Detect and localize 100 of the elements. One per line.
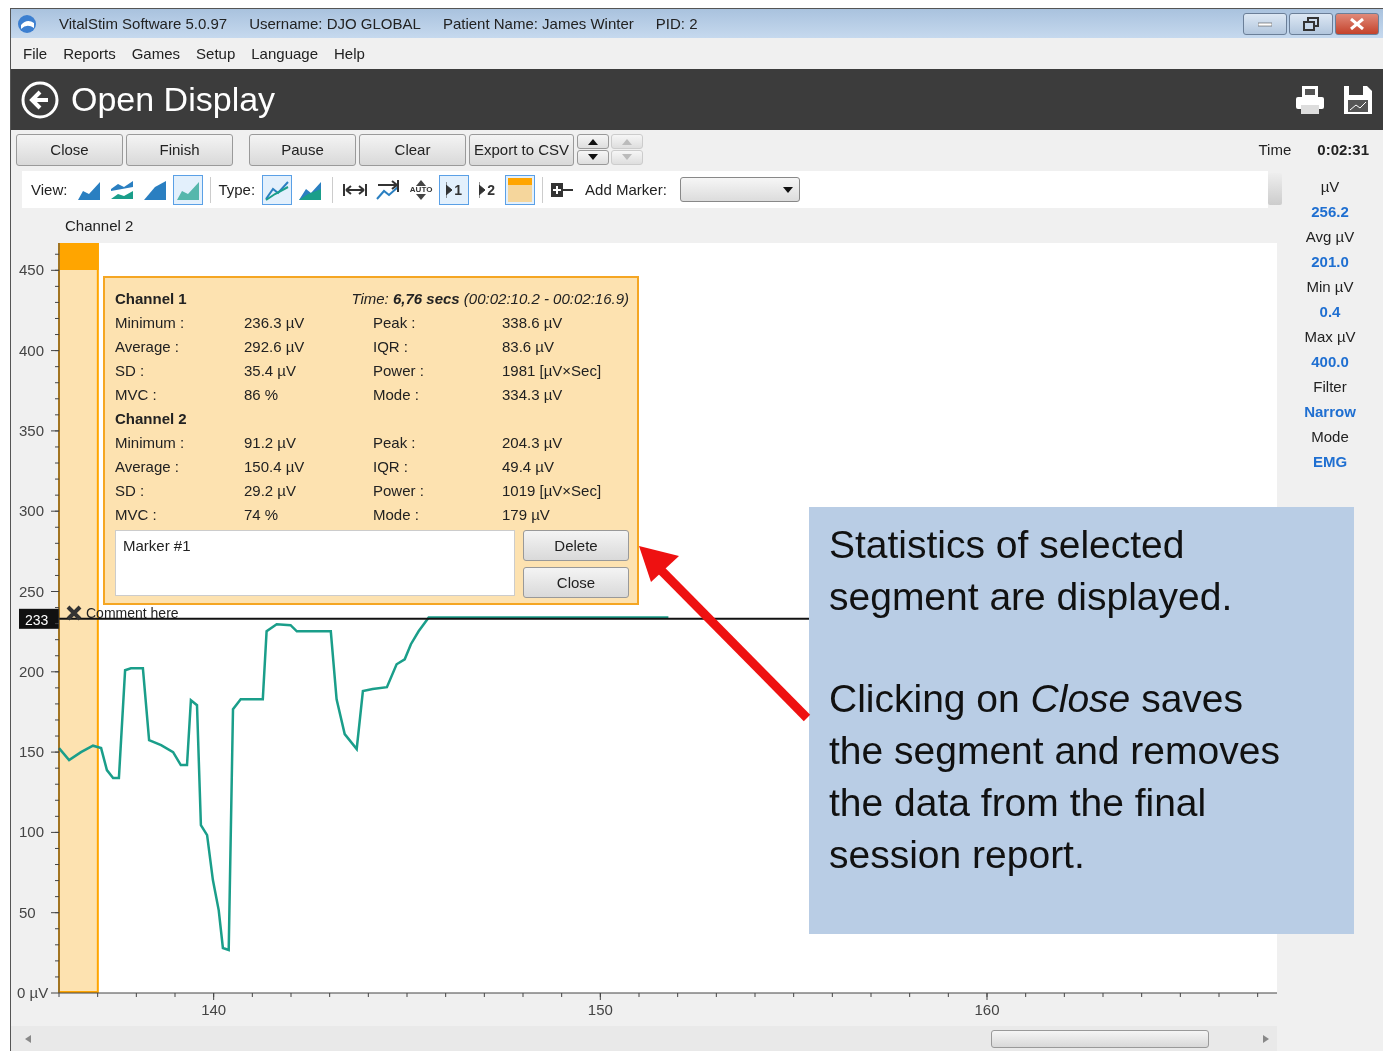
add-marker-icon[interactable] <box>550 181 575 198</box>
stat-label: SD : <box>115 361 146 379</box>
stat-label: Power : <box>373 481 425 499</box>
scrollbar-thumb[interactable] <box>991 1029 1209 1048</box>
stat-label: Avg µV <box>1305 227 1355 247</box>
restore-icon <box>1303 16 1319 31</box>
toolbar-button[interactable]: Close <box>16 133 123 166</box>
stat-value: 236.3 µV <box>244 313 306 331</box>
stat-label: IQR : <box>373 337 409 355</box>
toolbar-button[interactable]: Finish <box>126 133 233 166</box>
stat-label: Minimum : <box>115 313 186 331</box>
stat-label: SD : <box>115 481 146 499</box>
y-tick-label: 100 <box>19 823 45 841</box>
down-arrow-icon <box>587 154 600 161</box>
print-icon[interactable] <box>1295 84 1325 115</box>
up-arrow-icon <box>621 138 634 145</box>
stat-value: 74 % <box>244 505 280 523</box>
stat-label: Filter <box>1313 377 1347 397</box>
area-chart-icon <box>110 178 135 201</box>
channel-title: Channel 2 <box>115 409 187 427</box>
play-marker-icon <box>446 181 453 198</box>
type-button[interactable] <box>262 174 293 205</box>
stat-value: 204.3 µV <box>502 433 564 451</box>
menu-item[interactable]: File <box>15 45 56 62</box>
stat-label: Average : <box>115 457 180 475</box>
toolbar-button[interactable]: Clear <box>359 133 466 166</box>
y-tick-label: 50 <box>19 903 36 921</box>
y-tick-label: 350 <box>19 421 45 439</box>
y-tick-label: 400 <box>19 341 45 359</box>
y-tick-label: 150 <box>19 743 45 761</box>
arrows-icon <box>343 182 368 197</box>
callout-text: Statistics of selected segment are displayed. <box>829 522 1234 620</box>
stat-value: 1981 [µV×Sec] <box>502 361 603 379</box>
close-button[interactable] <box>1335 12 1379 35</box>
stat-value: 334.3 µV <box>502 385 564 403</box>
stat-value: Narrow <box>1304 402 1356 422</box>
area-chart-icon <box>143 178 168 201</box>
menu-item[interactable]: Reports <box>55 45 124 62</box>
save-icon[interactable] <box>1343 84 1373 115</box>
menu-item[interactable]: Setup <box>188 45 244 62</box>
stat-label: Average : <box>115 337 180 355</box>
x-tick-label: 160 <box>974 1001 1000 1018</box>
menu-item[interactable]: Help <box>326 45 373 62</box>
left-arrow-icon <box>25 1034 31 1043</box>
restore-button[interactable] <box>1289 12 1333 35</box>
back-icon[interactable] <box>21 80 59 119</box>
marker-dropdown[interactable] <box>679 177 800 202</box>
stat-label: Peak : <box>373 313 417 331</box>
stat-label: µV <box>1320 177 1340 197</box>
highlight-button[interactable] <box>505 174 536 205</box>
stat-value: 0.4 <box>1319 302 1341 322</box>
time-range: Time: 6,76 secs (00:02:10.2 - 00:02:16.9) <box>351 289 629 307</box>
type-label: Type: <box>218 181 256 198</box>
chart-arrow-icon <box>376 178 401 201</box>
right-arrow-icon <box>1263 1034 1269 1043</box>
horizontal-scrollbar[interactable] <box>11 1026 1277 1051</box>
threshold-label-background <box>19 608 59 629</box>
toolbar-button[interactable]: Export to CSV <box>469 133 575 166</box>
stat-value: 150.4 µV <box>244 457 306 475</box>
stat-label: MVC : <box>115 385 158 403</box>
window-title: Patient Name: James Winter <box>442 15 634 32</box>
stat-label: Peak : <box>373 433 417 451</box>
page-title: Open Display <box>71 80 276 119</box>
stat-value: 91.2 µV <box>244 433 297 451</box>
scroll-down-button[interactable] <box>577 150 610 165</box>
window-title: PID: 2 <box>655 15 698 32</box>
auto-scale-button[interactable]: AUTO <box>406 174 437 205</box>
add-marker-label: Add Marker: <box>585 181 667 198</box>
stat-value: EMG <box>1312 452 1348 472</box>
close-icon[interactable] <box>66 605 82 621</box>
stat-value: 400.0 <box>1311 352 1349 372</box>
channel-button[interactable]: 1 <box>439 174 470 205</box>
stat-value: 29.2 µV <box>244 481 297 499</box>
window-title: VitalStim Software 5.0.97 <box>59 15 228 32</box>
up-arrow-icon <box>415 179 428 186</box>
stat-value: 179 µV <box>502 505 551 523</box>
toolbar-button[interactable]: Pause <box>249 133 356 166</box>
view-button[interactable] <box>173 174 204 205</box>
stat-value: 292.6 µV <box>244 337 306 355</box>
chart-title: Channel 2 <box>65 217 134 234</box>
stat-label: Mode : <box>373 385 420 403</box>
stat-label: Mode : <box>373 505 420 523</box>
popup-button[interactable]: Delete <box>523 530 629 561</box>
stat-label: IQR : <box>373 457 409 475</box>
popup-button[interactable]: Close <box>523 567 629 598</box>
menu-item[interactable]: Language <box>243 45 326 62</box>
stat-label: Minimum : <box>115 433 186 451</box>
menu-item[interactable]: Games <box>123 45 189 62</box>
channel-title: Channel 1 <box>115 289 187 307</box>
stat-value: 256.2 <box>1311 202 1349 222</box>
channel-button[interactable]: 2 <box>472 174 503 205</box>
app-logo-icon <box>17 13 37 34</box>
y-tick-label: 200 <box>19 662 45 680</box>
play-marker-icon <box>479 181 486 198</box>
scroll-up-button[interactable] <box>577 134 610 149</box>
stat-value: 35.4 µV <box>244 361 297 379</box>
close-icon <box>1350 17 1364 30</box>
y-tick-label: 0 µV <box>17 984 49 1001</box>
selection-handle[interactable] <box>59 243 99 270</box>
marker-note-field[interactable]: Marker #1 <box>115 530 515 596</box>
